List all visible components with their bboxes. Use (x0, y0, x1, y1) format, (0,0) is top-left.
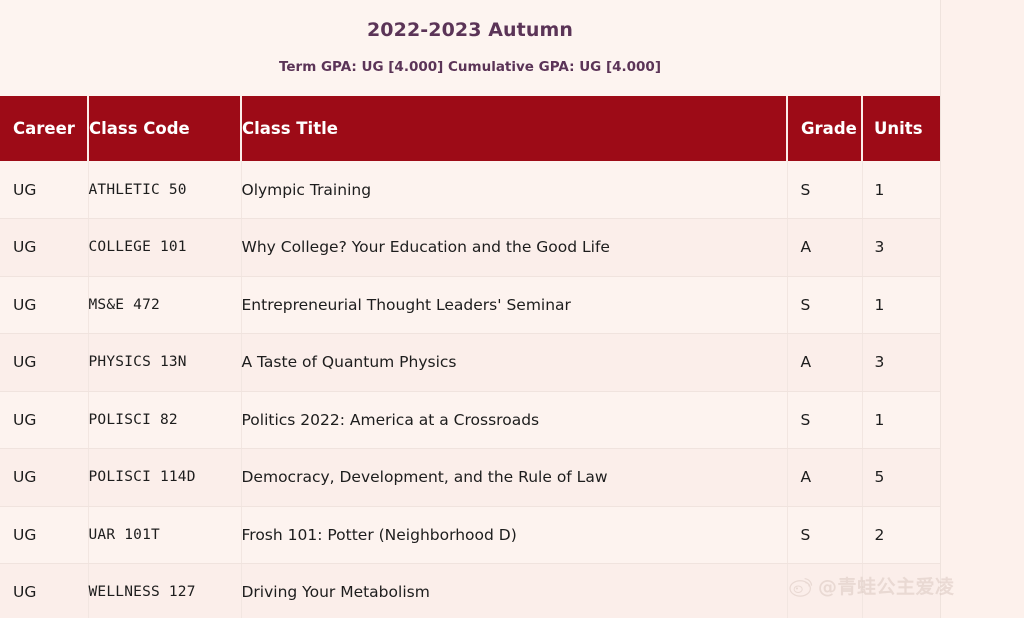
table-row: UG COLLEGE 101 Why College? Your Education… (0, 218, 940, 277)
cell-class-code: MS&E 472 (88, 276, 242, 334)
cell-grade: A (787, 218, 863, 277)
column-header-class-code: Class Code (88, 96, 242, 161)
cell-career: UG (0, 506, 89, 564)
cell-career: UG (0, 333, 89, 392)
cell-grade (787, 563, 863, 618)
term-title: 2022-2023 Autumn (366, 19, 574, 41)
table-row: UG WELLNESS 127 Driving Your Metabolism (0, 563, 940, 618)
cell-grade: A (787, 448, 863, 507)
cell-career: UG (0, 563, 89, 618)
cell-career: UG (0, 391, 89, 449)
table-row: UG ATHLETIC 50 Olympic Training S 1 (0, 161, 940, 219)
cell-career: UG (0, 276, 89, 334)
cell-class-title: Why College? Your Education and the Good… (241, 218, 788, 277)
column-header-grade: Grade (787, 96, 863, 161)
page-rule-vertical-right (940, 0, 941, 618)
cell-units: 3 (862, 218, 940, 277)
cell-class-title: Entrepreneurial Thought Leaders' Seminar (241, 276, 788, 334)
cell-units: 3 (862, 333, 940, 392)
table-row: UG POLISCI 82 Politics 2022: America at a … (0, 391, 940, 449)
cell-class-title: Frosh 101: Potter (Neighborhood D) (241, 506, 788, 564)
cell-class-title: Olympic Training (241, 161, 788, 219)
course-table: Career Class Code Class Title Grade Unit… (0, 96, 940, 618)
cell-class-title: Politics 2022: America at a Crossroads (241, 391, 788, 449)
term-header: 2022-2023 Autumn Term GPA: UG [4.000] Cu… (0, 0, 940, 96)
page-right-margin (941, 0, 1024, 618)
cell-class-code: PHYSICS 13N (88, 333, 242, 392)
cell-units: 2 (862, 506, 940, 564)
cell-career: UG (0, 218, 89, 277)
term-gpa-summary: Term GPA: UG [4.000] Cumulative GPA: UG … (278, 59, 661, 75)
transcript-page: 2022-2023 Autumn Term GPA: UG [4.000] Cu… (0, 0, 1024, 618)
table-header-row: Career Class Code Class Title Grade Unit… (0, 96, 940, 161)
cell-career: UG (0, 448, 89, 507)
course-table-body: UG ATHLETIC 50 Olympic Training S 1 UG COLLEGE… (0, 161, 940, 618)
column-header-career: Career (0, 96, 89, 161)
cell-units: 1 (862, 391, 940, 449)
column-header-class-title: Class Title (241, 96, 788, 161)
cell-class-code: UAR 101T (88, 506, 242, 564)
cell-units (862, 563, 940, 618)
table-row: UG UAR 101T Frosh 101: Potter (Neighborhoo… (0, 506, 940, 564)
cell-class-code: POLISCI 114D (88, 448, 242, 507)
table-row: UG POLISCI 114D Democracy, Development, an… (0, 448, 940, 507)
cell-grade: A (787, 333, 863, 392)
column-header-units: Units (862, 96, 940, 161)
cell-grade: S (787, 391, 863, 449)
cell-grade: S (787, 161, 863, 219)
cell-class-code: ATHLETIC 50 (88, 161, 242, 219)
cell-grade: S (787, 276, 863, 334)
cell-class-title: A Taste of Quantum Physics (241, 333, 788, 392)
cell-class-title: Democracy, Development, and the Rule of … (241, 448, 788, 507)
cell-units: 1 (862, 161, 940, 219)
cell-units: 5 (862, 448, 940, 507)
cell-career: UG (0, 161, 89, 219)
cell-class-code: COLLEGE 101 (88, 218, 242, 277)
cell-grade: S (787, 506, 863, 564)
table-row: UG PHYSICS 13N A Taste of Quantum Physics A… (0, 333, 940, 392)
course-table-header: Career Class Code Class Title Grade Unit… (0, 96, 940, 161)
cell-class-code: POLISCI 82 (88, 391, 242, 449)
cell-units: 1 (862, 276, 940, 334)
cell-class-title: Driving Your Metabolism (241, 563, 788, 618)
cell-class-code: WELLNESS 127 (88, 563, 242, 618)
table-row: UG MS&E 472 Entrepreneurial Thought Leader… (0, 276, 940, 334)
